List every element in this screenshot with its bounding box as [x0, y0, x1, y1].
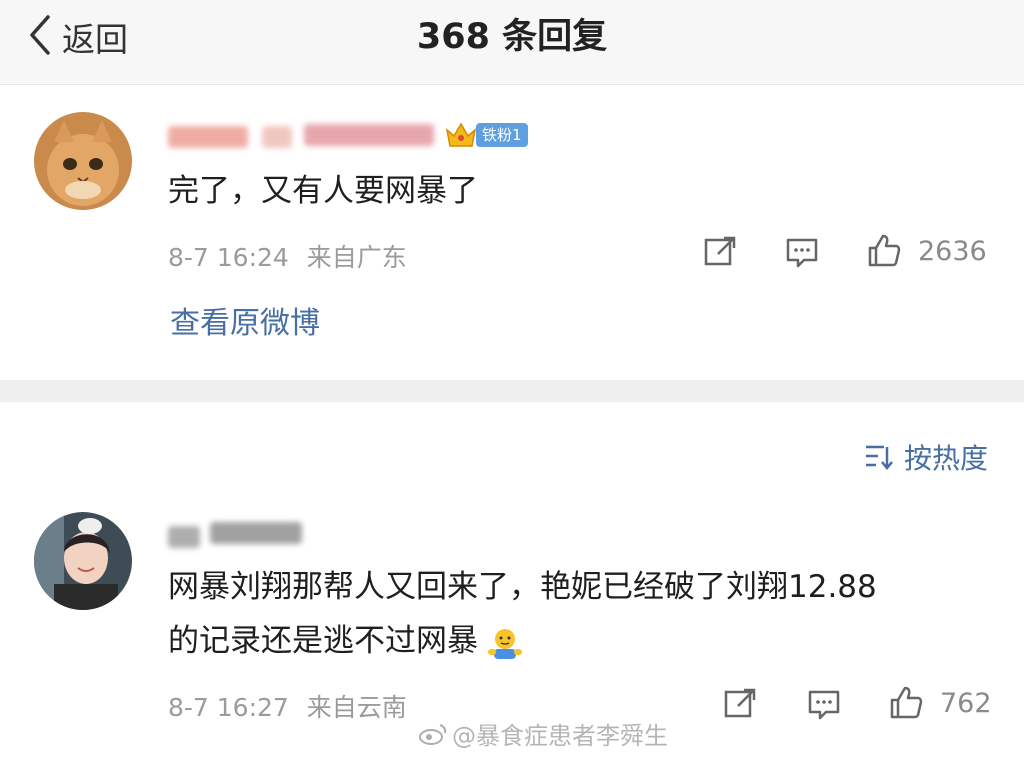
username-blurred[interactable] [168, 526, 200, 548]
comment-time: 8-7 16:24 来自广东 [168, 238, 407, 274]
watermark-text: @暴食症患者李舜生 [452, 722, 668, 750]
section-divider [0, 380, 1024, 402]
like-icon[interactable] [866, 232, 902, 268]
location: 来自广东 [306, 243, 407, 272]
sort-label: 按热度 [903, 442, 988, 475]
crown-icon [445, 122, 477, 147]
sort-button[interactable]: 按热度 [864, 437, 988, 477]
comment-text-line2: 的记录还是逃不过网暴 [168, 614, 524, 668]
timestamp: 8-7 16:24 [168, 243, 289, 272]
avatar[interactable] [34, 112, 132, 210]
timestamp: 8-7 16:27 [168, 693, 289, 722]
username-blurred [262, 126, 292, 148]
page-title: 368 条回复 [416, 17, 608, 57]
comment-text: 完了，又有人要网暴了 [168, 173, 478, 209]
share-icon[interactable] [702, 234, 738, 270]
badge-label: 铁粉1 [476, 123, 528, 147]
location: 来自云南 [306, 693, 407, 722]
like-icon[interactable] [888, 684, 924, 720]
comment-icon[interactable] [784, 234, 820, 270]
watermark: @暴食症患者李舜生 [418, 716, 668, 751]
avatar[interactable] [34, 512, 132, 610]
username-blurred [210, 522, 302, 544]
comment-text: 的记录还是逃不过网暴 [168, 623, 478, 659]
like-count: 762 [940, 688, 992, 719]
view-original-link[interactable]: 查看原微博 [170, 298, 320, 342]
username-blurred [304, 124, 434, 146]
username-blurred[interactable] [168, 126, 248, 148]
weibo-logo-icon [419, 723, 447, 745]
fan-badge[interactable]: 铁粉1 [444, 120, 528, 150]
emoji-icon [486, 624, 524, 659]
like-count: 2636 [918, 236, 987, 267]
top-bar: 返回 368 条回复 [0, 0, 1024, 85]
share-icon[interactable] [722, 686, 758, 722]
sort-icon [865, 445, 893, 470]
comment-text-line1: 网暴刘翔那帮人又回来了，艳妮已经破了刘翔12.88 [168, 569, 877, 605]
comment-icon[interactable] [806, 686, 842, 722]
comment-time: 8-7 16:27 来自云南 [168, 688, 407, 724]
